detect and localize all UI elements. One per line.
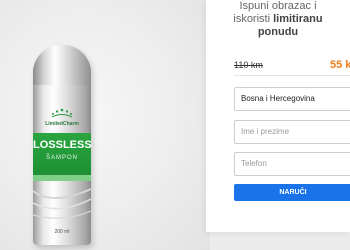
bottle-shoulder — [33, 45, 91, 85]
hair-wave-graphic — [33, 188, 91, 219]
name-input[interactable]: Ime i prezime — [234, 120, 350, 144]
product-name: LOSSLESS — [33, 139, 92, 151]
promo-line-2: iskoristi limitiranu — [206, 13, 350, 26]
promo-highlight-offer: ponudu — [257, 26, 299, 38]
shampoo-bottle: LimitedCharm LOSSLESS ŠAMPON 200 ml — [33, 45, 92, 245]
phone-input[interactable]: Telefon — [234, 152, 350, 176]
old-price: 110 km — [234, 60, 263, 70]
brand-logo-icon — [51, 108, 73, 118]
product-volume: 200 ml — [54, 229, 70, 235]
new-price: 55 k — [330, 59, 350, 71]
country-select[interactable]: Bosna i Hercegovina — [234, 87, 350, 111]
promo-line-2-text: iskoristi — [233, 13, 274, 25]
promo-highlight-limited: limitiranu — [273, 13, 323, 25]
price-divider — [234, 75, 350, 76]
order-button[interactable]: NARUČI — [234, 184, 350, 201]
product-image: LimitedCharm LOSSLESS ŠAMPON 200 ml — [0, 0, 210, 250]
product-subtitle: ŠAMPON — [45, 155, 78, 161]
order-form-card: Ispuni obrazac i iskoristi limitiranu po… — [206, 0, 350, 232]
brand-name: LimitedCharm — [45, 121, 79, 127]
promo-line-1: Ispuni obrazac i — [239, 0, 317, 12]
product-label: LOSSLESS ŠAMPON — [33, 133, 92, 175]
